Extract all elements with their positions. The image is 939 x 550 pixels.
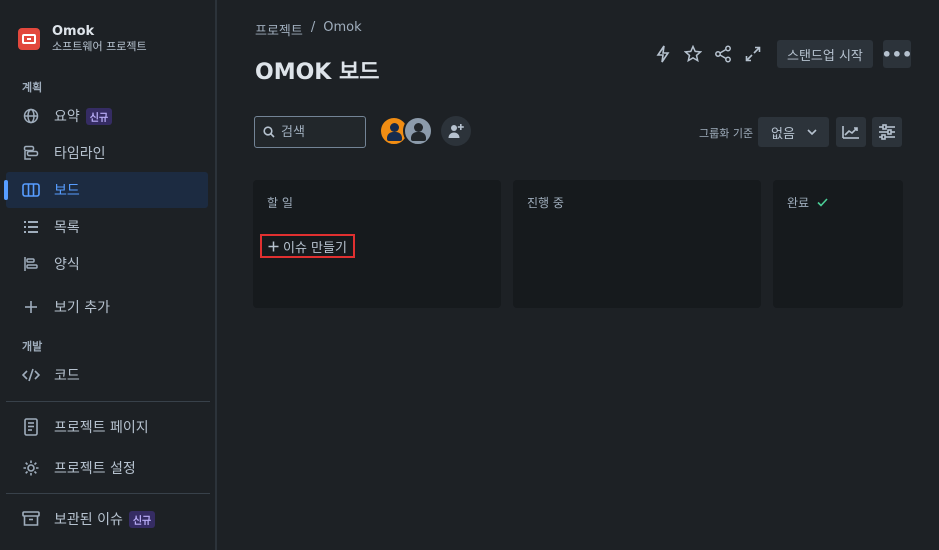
expand-icon: [745, 46, 761, 62]
sidebar-item-label: 프로젝트 페이지: [54, 420, 149, 436]
view-settings-button[interactable]: [872, 117, 902, 147]
sidebar-item-archived-issues[interactable]: 보관된 이슈 신규: [6, 501, 208, 537]
column-title: 할 일: [267, 196, 293, 210]
plus-icon: [22, 298, 40, 316]
board-icon: [22, 181, 40, 199]
search-input[interactable]: [281, 124, 361, 140]
main-content: 프로젝트 / Omok OMOK 보드 스탠드업 시작 ••• 검색 그룹화 기…: [219, 0, 939, 550]
sidebar-item-summary[interactable]: 요약 신규: [6, 98, 208, 134]
group-by-label: 그룹화 기준: [699, 127, 754, 140]
sidebar-divider: [6, 493, 210, 494]
board-column-todo: 할 일 이슈 만들기: [253, 180, 501, 308]
new-badge: 신규: [85, 107, 113, 125]
breadcrumb: 프로젝트 / Omok: [255, 20, 362, 39]
section-planning: 계획: [22, 81, 43, 94]
archive-icon: [22, 510, 40, 528]
sidebar-item-label: 목록: [54, 220, 80, 236]
sidebar-item-code[interactable]: 코드: [6, 357, 208, 393]
create-issue-label: 이슈 만들기: [283, 240, 347, 256]
breadcrumb-projects[interactable]: 프로젝트: [255, 20, 303, 39]
lightning-icon: [656, 45, 670, 63]
new-badge: 신규: [128, 510, 156, 528]
insights-button[interactable]: [836, 117, 866, 147]
sidebar-item-label: 프로젝트 설정: [54, 461, 136, 477]
share-icon: [715, 45, 731, 63]
fullscreen-button[interactable]: [739, 40, 767, 68]
section-development: 개발: [22, 340, 43, 353]
project-name: Omok: [52, 24, 95, 39]
chevron-down-icon: [807, 129, 817, 135]
more-actions-button[interactable]: •••: [882, 40, 912, 68]
group-by-value: 없음: [771, 126, 795, 142]
sidebar-item-label: 보드: [54, 183, 80, 199]
column-title: 진행 중: [527, 196, 564, 210]
board-column-in-progress: 진행 중: [513, 180, 761, 308]
project-header[interactable]: Omok 소프트웨어 프로젝트: [18, 24, 147, 54]
sidebar-item-list[interactable]: 목록: [6, 209, 208, 245]
sidebar-item-forms[interactable]: 양식: [6, 246, 208, 282]
search-field[interactable]: [254, 116, 366, 148]
page-title: OMOK 보드: [255, 60, 380, 85]
share-button[interactable]: [709, 40, 737, 68]
sidebar-item-timeline[interactable]: 타임라인: [6, 135, 208, 171]
sidebar-item-project-pages[interactable]: 프로젝트 페이지: [6, 409, 208, 445]
sidebar-item-project-settings[interactable]: 프로젝트 설정: [6, 450, 208, 486]
sidebar-item-label: 보기 추가: [54, 300, 110, 316]
create-issue-button[interactable]: 이슈 만들기: [260, 234, 355, 258]
board-column-done: 완료: [773, 180, 903, 308]
assignee-filter: [379, 116, 471, 146]
sidebar-item-label: 양식: [54, 257, 80, 273]
app: Omok 소프트웨어 프로젝트 계획 요약 신규 타임라인 보드 목록 양식 보…: [0, 0, 939, 550]
star-button[interactable]: [679, 40, 707, 68]
sliders-icon: [879, 124, 895, 140]
sidebar-item-board[interactable]: 보드: [4, 172, 208, 208]
add-people-button[interactable]: [441, 116, 471, 146]
star-icon: [684, 45, 702, 63]
gear-icon: [22, 459, 40, 477]
timeline-icon: [22, 144, 40, 162]
header-actions: 스탠드업 시작 •••: [649, 40, 912, 68]
check-icon: [817, 198, 828, 207]
list-icon: [22, 218, 40, 236]
project-type: 소프트웨어 프로젝트: [52, 40, 147, 53]
group-by-dropdown[interactable]: 없음: [758, 117, 829, 147]
code-icon: [22, 366, 40, 384]
column-header: 완료: [787, 194, 828, 211]
plus-icon: [268, 241, 279, 251]
sidebar-divider: [6, 401, 210, 402]
sidebar-item-label: 타임라인: [54, 146, 106, 162]
add-person-icon: [448, 124, 464, 138]
chart-trend-icon: [842, 126, 859, 139]
page-icon: [22, 418, 40, 436]
sidebar-item-label: 코드: [54, 368, 80, 384]
breadcrumb-project[interactable]: Omok: [323, 20, 361, 39]
project-avatar-icon: [18, 28, 40, 50]
sidebar-item-add-view[interactable]: 보기 추가: [6, 289, 208, 325]
sidebar-item-label: 요약: [54, 109, 80, 125]
user-avatar[interactable]: [403, 116, 433, 146]
automation-button[interactable]: [649, 40, 677, 68]
search-icon: [263, 126, 275, 138]
column-title: 완료: [787, 196, 810, 210]
form-icon: [22, 255, 40, 273]
sidebar: Omok 소프트웨어 프로젝트 계획 요약 신규 타임라인 보드 목록 양식 보…: [0, 0, 217, 550]
start-standup-button[interactable]: 스탠드업 시작: [777, 40, 873, 68]
globe-icon: [22, 107, 40, 125]
breadcrumb-separator: /: [310, 20, 316, 35]
sidebar-item-label: 보관된 이슈: [54, 512, 123, 528]
